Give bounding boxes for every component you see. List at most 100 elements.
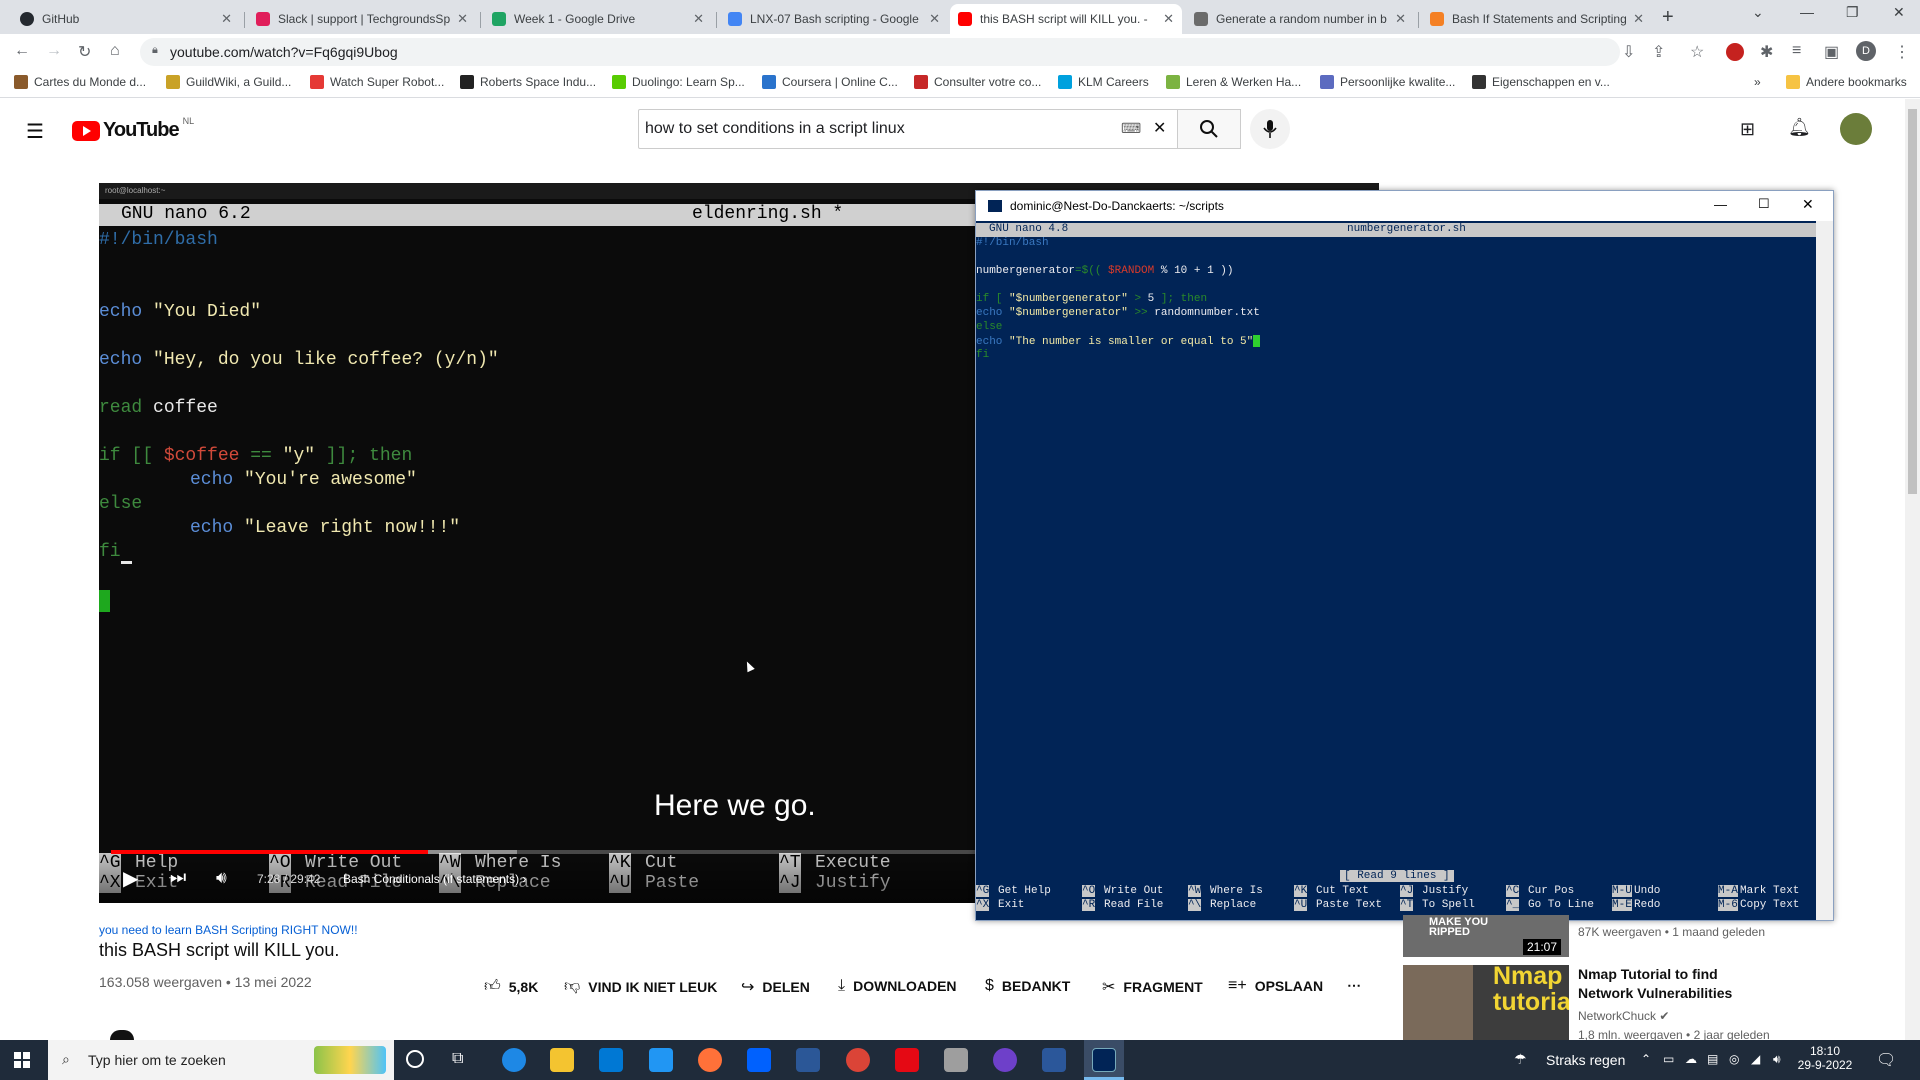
tab-youtube-active[interactable]: this BASH script will KILL you. - ✕ <box>950 4 1182 34</box>
task-view-icon[interactable]: ⧉ <box>452 1050 463 1068</box>
network-icon[interactable]: ◢ <box>1751 1052 1760 1066</box>
terminal-scrollbar[interactable] <box>1816 221 1833 920</box>
hamburger-menu-icon[interactable]: ☰ <box>26 119 44 144</box>
windows-start-icon[interactable] <box>14 1052 30 1068</box>
profile-avatar[interactable]: D <box>1856 41 1876 61</box>
side-panel-icon[interactable]: ▣ <box>1824 42 1839 62</box>
extensions-icon[interactable]: ✱ <box>1760 42 1773 62</box>
bookmark-item[interactable]: Duolingo: Learn Sp... <box>612 75 745 89</box>
show-hidden-icons-icon[interactable]: ⌃ <box>1641 1052 1651 1066</box>
keyboard-icon[interactable]: ⌨ <box>1121 120 1141 137</box>
close-tab-icon[interactable]: ✕ <box>1633 11 1644 27</box>
clock[interactable]: 18:10 29-9-2022 <box>1797 1044 1853 1072</box>
install-icon[interactable]: ⇩ <box>1622 42 1635 62</box>
store-icon[interactable] <box>599 1048 623 1072</box>
chrome-icon[interactable] <box>846 1048 870 1072</box>
weather-text[interactable]: Straks regen <box>1546 1052 1625 1068</box>
recommended-title[interactable]: Nmap Tutorial to find Network Vulnerabil… <box>1578 965 1768 1003</box>
minimize-icon[interactable]: — <box>1800 4 1814 20</box>
page-scrollbar[interactable] <box>1905 99 1920 1040</box>
edge-icon[interactable] <box>502 1048 526 1072</box>
more-actions-icon[interactable]: ⋯ <box>1347 977 1361 994</box>
tab-bash-if[interactable]: Bash If Statements and Scripting ✕ <box>1422 4 1652 34</box>
taskbar-search-input[interactable]: ⌕ Typ hier om te zoeken <box>48 1040 394 1080</box>
chevron-more-icon[interactable]: » <box>1754 75 1761 89</box>
app-icon[interactable] <box>944 1048 968 1072</box>
extension-badge-icon[interactable] <box>1726 43 1744 61</box>
mail-icon[interactable] <box>649 1048 673 1072</box>
tab-github[interactable]: GitHub ✕ <box>12 4 240 34</box>
bookmark-item[interactable]: Consulter votre co... <box>914 75 1041 89</box>
terminal-window[interactable]: dominic@Nest-Do-Danckaerts: ~/scripts — … <box>975 190 1834 921</box>
terminal-title-bar[interactable]: dominic@Nest-Do-Danckaerts: ~/scripts — … <box>976 191 1833 221</box>
clip-button[interactable]: ✂ FRAGMENT <box>1102 977 1203 997</box>
close-tab-icon[interactable]: ✕ <box>929 11 940 27</box>
clear-search-icon[interactable]: ✕ <box>1153 118 1166 138</box>
bookmark-item[interactable]: GuildWiki, a Guild... <box>166 75 291 89</box>
tab-google-docs[interactable]: LNX-07 Bash scripting - Google ✕ <box>720 4 948 34</box>
close-tab-icon[interactable]: ✕ <box>1163 11 1174 27</box>
star-icon[interactable]: ☆ <box>1690 42 1704 62</box>
back-icon[interactable]: ← <box>14 42 30 60</box>
volume-icon[interactable]: 🔊︎ <box>1773 1052 1781 1067</box>
firefox-icon[interactable] <box>698 1048 722 1072</box>
netflix-icon[interactable] <box>895 1048 919 1072</box>
bookmark-item[interactable]: Roberts Space Indu... <box>460 75 596 89</box>
volume-icon[interactable]: 🔊︎ <box>216 868 227 888</box>
bookmark-item[interactable]: Coursera | Online C... <box>762 75 898 89</box>
close-tab-icon[interactable]: ✕ <box>1395 11 1406 27</box>
save-button[interactable]: ≡+ OPSLAAN <box>1228 977 1323 995</box>
video-thumbnail[interactable]: Nmap tutorial <box>1403 965 1569 1040</box>
search-input[interactable]: how to set conditions in a script linux … <box>638 109 1178 149</box>
file-explorer-icon[interactable] <box>550 1048 574 1072</box>
bookmark-item[interactable]: Persoonlijke kwalite... <box>1320 75 1455 89</box>
close-window-icon[interactable]: ✕ <box>1893 4 1905 21</box>
close-window-icon[interactable]: ✕ <box>1802 196 1814 213</box>
dropbox-icon[interactable] <box>747 1048 771 1072</box>
bookmark-item[interactable]: Cartes du Monde d... <box>14 75 146 89</box>
tab-search-icon[interactable]: ⌄ <box>1752 4 1764 21</box>
address-bar[interactable]: 🔒︎ youtube.com/watch?v=Fq6gqi9Ubog <box>140 38 1620 66</box>
tray-app-icon[interactable]: ▤ <box>1707 1052 1718 1066</box>
close-tab-icon[interactable]: ✕ <box>457 11 468 27</box>
like-button[interactable]: 👍︎ 5,8K <box>484 977 538 996</box>
home-icon[interactable]: ⌂ <box>110 42 120 60</box>
github-desktop-icon[interactable] <box>993 1048 1017 1072</box>
thanks-button[interactable]: $ BEDANKT <box>985 977 1070 995</box>
recommended-channel[interactable]: NetworkChuck ✔ <box>1578 1009 1669 1023</box>
video-hashtags[interactable]: you need to learn BASH Scripting RIGHT N… <box>99 923 358 937</box>
tab-google-drive[interactable]: Week 1 - Google Drive ✕ <box>484 4 712 34</box>
scrollbar-thumb[interactable] <box>1908 109 1917 494</box>
close-tab-icon[interactable]: ✕ <box>221 11 232 27</box>
video-thumbnail[interactable]: MAKE YOU RIPPED 21:07 <box>1403 915 1569 957</box>
powershell-icon[interactable] <box>1092 1048 1116 1072</box>
reload-icon[interactable]: ↻ <box>78 42 91 62</box>
other-bookmarks[interactable]: Andere bookmarks <box>1786 75 1907 89</box>
bookmark-item[interactable]: KLM Careers <box>1058 75 1149 89</box>
notifications-bell-icon[interactable]: 🔔︎ <box>1788 117 1811 138</box>
create-video-icon[interactable]: ⊞ <box>1740 119 1755 140</box>
menu-icon[interactable]: ⋮ <box>1894 42 1910 62</box>
weather-icon[interactable]: ☂ <box>1514 1051 1527 1068</box>
play-icon[interactable]: ▶ <box>123 866 138 891</box>
terminal-content[interactable]: GNU nano 4.8 numbergenerator.sh #!/bin/b… <box>976 221 1816 920</box>
app-icon[interactable] <box>796 1048 820 1072</box>
tray-app-icon[interactable]: ◎ <box>1729 1052 1739 1066</box>
account-avatar[interactable] <box>1840 113 1872 145</box>
restore-icon[interactable]: ❐ <box>1846 4 1859 21</box>
bookmark-item[interactable]: Leren & Werken Ha... <box>1166 75 1301 89</box>
next-video-icon[interactable]: ⏭ <box>170 867 186 888</box>
share-icon[interactable]: ⇪ <box>1652 42 1665 62</box>
cortana-icon[interactable] <box>406 1050 424 1068</box>
chapter-title[interactable]: Bash Conditionals (if statements) › <box>343 872 526 886</box>
tab-random-number[interactable]: Generate a random number in b ✕ <box>1186 4 1414 34</box>
notification-center-icon[interactable]: 🗨︎ <box>1876 1050 1896 1070</box>
download-button[interactable]: ⤓ DOWNLOADEN <box>838 977 957 995</box>
tray-app-icon[interactable]: ▭ <box>1663 1052 1674 1066</box>
onedrive-icon[interactable]: ☁ <box>1685 1052 1697 1066</box>
youtube-logo[interactable]: YouTube NL <box>72 116 194 142</box>
maximize-icon[interactable]: ☐ <box>1758 196 1770 212</box>
channel-avatar[interactable] <box>110 1030 134 1040</box>
dislike-button[interactable]: 👎︎ VIND IK NIET LEUK <box>564 977 717 996</box>
word-icon[interactable] <box>1042 1048 1066 1072</box>
